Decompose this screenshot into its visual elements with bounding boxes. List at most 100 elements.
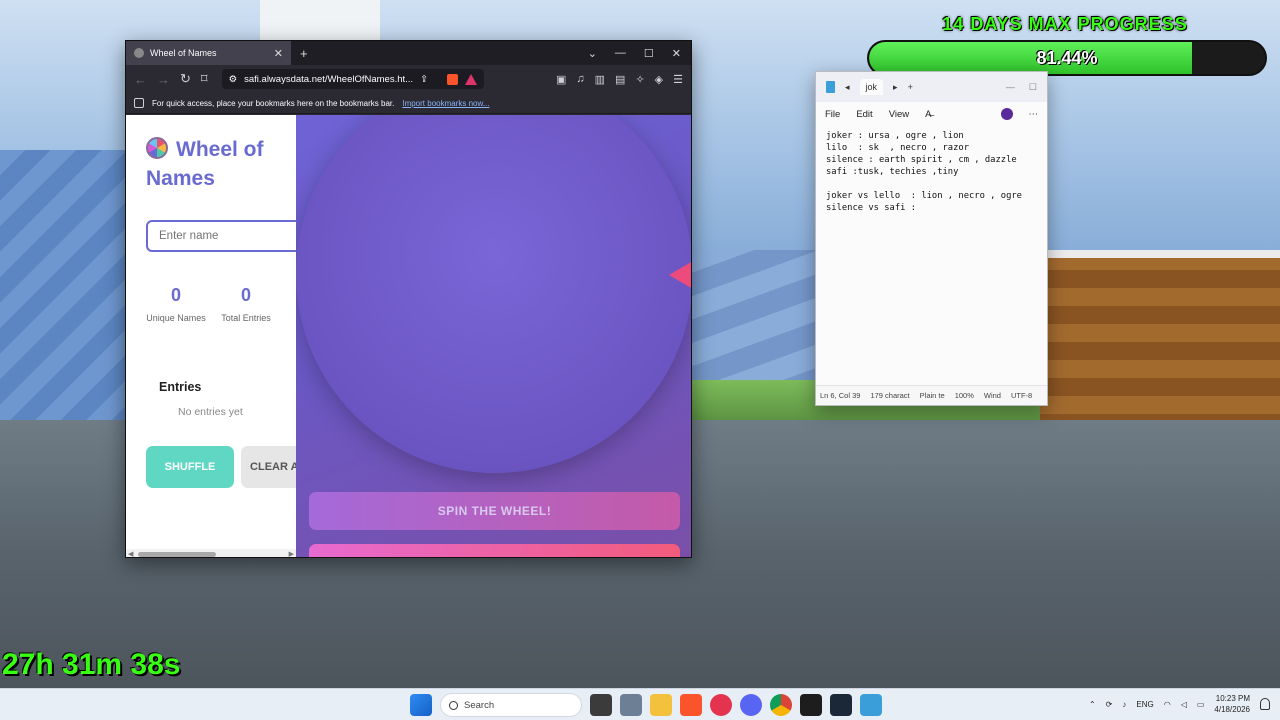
minimize-button[interactable]: — bbox=[1006, 82, 1015, 93]
notepad-tabbar: ◂ jok ▸ + — ☐ bbox=[816, 72, 1047, 102]
media-icon[interactable]: ♫ bbox=[576, 73, 584, 86]
stat-value: 0 bbox=[240, 285, 251, 305]
stat-label: Total Entries bbox=[221, 313, 271, 323]
horizontal-scrollbar[interactable]: ◀ ▶ bbox=[126, 549, 296, 557]
scroll-left-icon[interactable]: ◀ bbox=[128, 550, 133, 557]
clock-date: 4/18/2026 bbox=[1214, 705, 1250, 714]
new-tab-button[interactable]: + bbox=[908, 82, 913, 92]
forward-icon[interactable]: → bbox=[157, 72, 170, 87]
vpn-icon[interactable]: ◈ bbox=[655, 73, 663, 86]
taskbar-search[interactable]: Search bbox=[440, 693, 582, 717]
tab-back-icon[interactable]: ◂ bbox=[845, 82, 850, 93]
session-timer: 27h 31m 38s bbox=[2, 648, 181, 681]
text-line: silence vs safi : bbox=[826, 203, 917, 213]
maximize-button[interactable]: ☐ bbox=[1029, 82, 1037, 93]
browser-toolbar: ▣ ♫ ▥ ▤ ✧ ◈ ☰ bbox=[556, 73, 683, 86]
account-avatar[interactable] bbox=[1000, 108, 1013, 120]
menu-icon[interactable]: ☰ bbox=[673, 73, 683, 86]
browser-tab[interactable]: Wheel of Names ✕ bbox=[126, 41, 291, 65]
zoom-level[interactable]: 100% bbox=[955, 391, 974, 400]
notification-bell-icon[interactable] bbox=[1260, 698, 1270, 710]
wifi-icon[interactable]: ◠ bbox=[1164, 700, 1171, 709]
tab-list-icon[interactable]: ⌄ bbox=[588, 47, 597, 60]
reload-icon[interactable]: ↻ bbox=[180, 71, 191, 87]
name-wheel[interactable] bbox=[296, 115, 691, 473]
stat-value: 0 bbox=[170, 285, 181, 305]
tab-forward-icon[interactable]: ▸ bbox=[893, 82, 898, 93]
share-icon[interactable]: ⇪ bbox=[420, 74, 428, 85]
close-window-button[interactable]: ✕ bbox=[672, 47, 681, 60]
shuffle-button[interactable]: SHUFFLE bbox=[146, 446, 234, 488]
opera-icon[interactable] bbox=[710, 694, 732, 716]
steam-icon[interactable] bbox=[830, 694, 852, 716]
clear-all-button[interactable]: CLEAR ALL bbox=[241, 446, 296, 488]
address-bar[interactable]: ⚙ safi.alwaysdata.net/WheelOfNames.ht...… bbox=[221, 69, 484, 89]
reader-mode-icon[interactable]: ▣ bbox=[556, 73, 566, 86]
sync-icon[interactable]: ⟳ bbox=[1106, 700, 1113, 709]
more-options-icon[interactable]: ⋯ bbox=[1029, 109, 1039, 120]
close-tab-icon[interactable]: ✕ bbox=[274, 47, 283, 60]
brave-rewards-icon[interactable] bbox=[464, 73, 477, 85]
site-info-icon[interactable]: ⚙ bbox=[229, 74, 238, 85]
back-icon[interactable]: ← bbox=[134, 72, 147, 87]
name-input[interactable] bbox=[146, 220, 296, 252]
browser-navbar: ← → ↻ ⌑ ⚙ safi.alwaysdata.net/WheelOfNam… bbox=[126, 65, 691, 93]
notepad-menubar: File Edit View A̶ ⋯ bbox=[816, 102, 1047, 126]
stat-unique-names: 0 Unique Names bbox=[146, 285, 206, 325]
line-ending[interactable]: Wind bbox=[984, 391, 1001, 400]
leo-ai-icon[interactable]: ✧ bbox=[635, 73, 644, 86]
menu-edit[interactable]: Edit bbox=[856, 109, 872, 120]
bookmarks-bar: For quick access, place your bookmarks h… bbox=[126, 93, 691, 114]
menu-file[interactable]: File bbox=[825, 109, 840, 120]
discord-icon[interactable] bbox=[740, 694, 762, 716]
microphone-icon[interactable]: ♪ bbox=[1122, 700, 1126, 709]
bookmarks-hint: For quick access, place your bookmarks h… bbox=[152, 98, 395, 108]
clock[interactable]: 10:23 PM 4/18/2026 bbox=[1214, 693, 1250, 715]
menu-view[interactable]: View bbox=[889, 109, 909, 120]
secondary-action-button[interactable] bbox=[309, 544, 680, 557]
font-format-icon[interactable]: A̶ bbox=[925, 109, 931, 120]
spin-button[interactable]: SPIN THE WHEEL! bbox=[309, 492, 680, 530]
file-format[interactable]: Plain te bbox=[920, 391, 945, 400]
bookmark-icon[interactable]: ⌑ bbox=[201, 71, 208, 87]
brave-browser-icon[interactable] bbox=[680, 694, 702, 716]
notepad-taskbar-icon[interactable] bbox=[860, 694, 882, 716]
tab-title: Wheel of Names bbox=[150, 48, 217, 58]
text-line: safi :tusk, techies ,tiny bbox=[826, 167, 959, 177]
notepad-tab[interactable]: jok bbox=[859, 79, 884, 95]
char-count: 179 charact bbox=[870, 391, 910, 400]
file-explorer-icon[interactable] bbox=[650, 694, 672, 716]
apps-grid-icon[interactable] bbox=[134, 98, 144, 108]
window-controls: ⌄ — ☐ ✕ bbox=[588, 47, 691, 60]
browser-window: Wheel of Names ✕ + ⌄ — ☐ ✕ ← → ↻ ⌑ ⚙ saf… bbox=[125, 40, 692, 558]
task-view-icon[interactable] bbox=[590, 694, 612, 716]
chevron-up-icon[interactable]: ⌃ bbox=[1089, 700, 1096, 709]
language-indicator[interactable]: ENG bbox=[1136, 700, 1153, 709]
wheel-icon bbox=[146, 137, 168, 159]
scroll-right-icon[interactable]: ▶ bbox=[289, 550, 294, 557]
new-tab-button[interactable]: + bbox=[300, 46, 308, 61]
notepad-app-icon bbox=[826, 81, 835, 93]
brave-shields-icon[interactable] bbox=[446, 73, 458, 85]
minimize-button[interactable]: — bbox=[615, 47, 626, 60]
notepad-editor[interactable]: joker : ursa , ogre , lion lilo : sk , n… bbox=[826, 130, 1046, 214]
windows-start-icon[interactable] bbox=[410, 694, 432, 716]
browser-tabbar: Wheel of Names ✕ + ⌄ — ☐ ✕ bbox=[126, 41, 691, 65]
chrome-icon[interactable] bbox=[770, 694, 792, 716]
encoding[interactable]: UTF-8 bbox=[1011, 391, 1032, 400]
sidebar-icon[interactable]: ▥ bbox=[595, 73, 605, 86]
progress-title: 14 DAYS MAX PROGRESS bbox=[942, 14, 1188, 34]
battery-icon[interactable]: ▭ bbox=[1197, 700, 1205, 709]
maximize-button[interactable]: ☐ bbox=[644, 47, 654, 60]
taskbar-apps: Search bbox=[410, 693, 882, 717]
volume-icon[interactable]: ◁ bbox=[1181, 700, 1187, 709]
app-sidebar: Wheel of Names 0 Unique Names 0 Total En… bbox=[126, 115, 296, 557]
settings-icon[interactable] bbox=[620, 694, 642, 716]
text-line bbox=[826, 178, 1046, 190]
url-text: safi.alwaysdata.net/WheelOfNames.ht... bbox=[244, 73, 414, 85]
wallet-icon[interactable]: ▤ bbox=[615, 73, 625, 86]
import-bookmarks-link[interactable]: Import bookmarks now... bbox=[402, 99, 489, 108]
app-icon[interactable] bbox=[800, 694, 822, 716]
stat-total-entries: 0 Total Entries bbox=[216, 285, 276, 325]
scrollbar-thumb[interactable] bbox=[138, 552, 216, 557]
